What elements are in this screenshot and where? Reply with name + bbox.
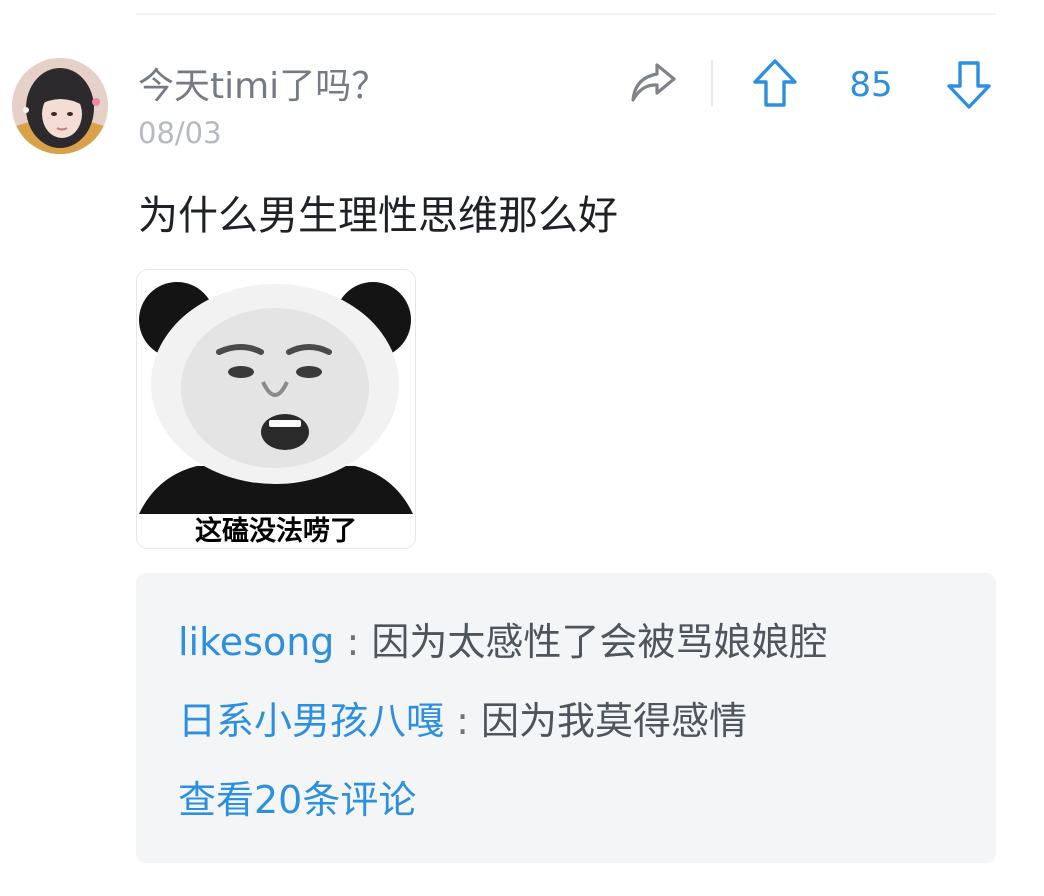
comment-text: 因为太感性了会被骂娘娘腔 bbox=[371, 620, 828, 664]
comment-item[interactable]: 日系小男孩八嘎 : 因为我莫得感情 bbox=[178, 697, 747, 745]
share-button[interactable] bbox=[628, 60, 678, 106]
comment-username[interactable]: likesong bbox=[178, 620, 334, 664]
comment-separator: : bbox=[456, 699, 469, 743]
comment-text: 因为我莫得感情 bbox=[481, 699, 748, 743]
arrow-up-icon bbox=[753, 59, 797, 107]
avatar-image bbox=[12, 58, 108, 154]
upvote-button[interactable] bbox=[750, 58, 800, 110]
top-divider bbox=[136, 13, 996, 15]
comment-item[interactable]: likesong : 因为太感性了会被骂娘娘腔 bbox=[178, 618, 827, 666]
panda-meme-image bbox=[137, 270, 415, 548]
avatar[interactable] bbox=[12, 58, 108, 154]
vote-count: 85 bbox=[849, 65, 893, 105]
post-image[interactable]: 这磕没法唠了 bbox=[136, 269, 416, 549]
share-icon bbox=[631, 63, 676, 102]
downvote-button[interactable] bbox=[944, 58, 994, 110]
image-caption: 这磕没法唠了 bbox=[195, 516, 357, 547]
action-separator bbox=[711, 60, 713, 106]
post-date: 08/03 bbox=[138, 116, 222, 150]
arrow-down-icon bbox=[947, 61, 991, 109]
comment-separator: : bbox=[346, 620, 360, 664]
post-username[interactable]: 今天timi了吗？ bbox=[138, 66, 387, 108]
post-text: 为什么男生理性思维那么好 bbox=[138, 193, 618, 239]
view-all-comments-link[interactable]: 查看20条评论 bbox=[178, 776, 416, 824]
comment-username[interactable]: 日系小男孩八嘎 bbox=[178, 699, 444, 743]
